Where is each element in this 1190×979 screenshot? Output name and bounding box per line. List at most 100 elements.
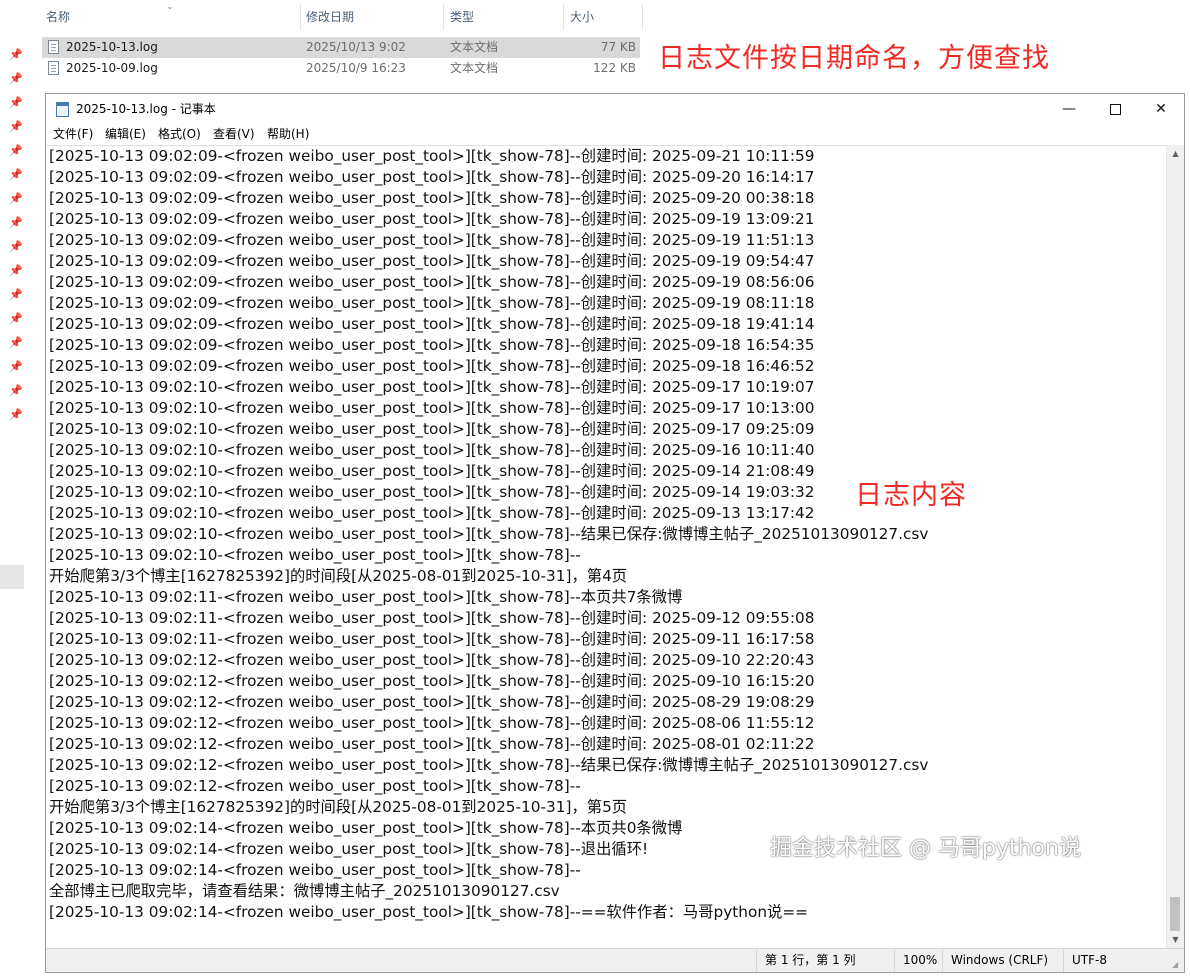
line-ending: Windows (CRLF) xyxy=(942,949,1056,972)
file-date: 2025/10/13 9:02 xyxy=(306,40,406,54)
cursor-position: 第 1 行，第 1 列 xyxy=(756,949,885,972)
window-title: 2025-10-13.log - 记事本 xyxy=(76,102,216,116)
pin-icon[interactable]: 📌 xyxy=(9,216,23,230)
pin-icon[interactable]: 📌 xyxy=(9,120,23,134)
log-line: [2025-10-13 09:02:09-<frozen weibo_user_… xyxy=(49,231,815,249)
pin-icon[interactable]: 📌 xyxy=(9,336,23,350)
menu-help[interactable]: 帮助(H) xyxy=(267,124,309,144)
annotation-file-naming: 日志文件按日期命名，方便查找 xyxy=(658,43,1050,74)
column-divider[interactable] xyxy=(443,4,444,30)
file-explorer: ⌄ 名称 修改日期 类型 大小 2025-10-13.log 2025/10/1… xyxy=(0,0,1190,92)
column-header-name[interactable]: 名称 xyxy=(46,0,70,34)
scroll-down-icon[interactable]: ▼ xyxy=(1167,931,1184,948)
log-line: [2025-10-13 09:02:10-<frozen weibo_user_… xyxy=(49,399,815,417)
maximize-button[interactable] xyxy=(1092,94,1138,124)
sort-caret-icon: ⌄ xyxy=(166,2,174,12)
column-divider[interactable] xyxy=(563,4,564,30)
log-line: [2025-10-13 09:02:09-<frozen weibo_user_… xyxy=(49,252,815,270)
log-line: [2025-10-13 09:02:11-<frozen weibo_user_… xyxy=(49,588,683,606)
log-line: [2025-10-13 09:02:12-<frozen weibo_user_… xyxy=(49,651,815,669)
file-size: 122 KB xyxy=(593,61,636,75)
vertical-scrollbar[interactable]: ▲ ▼ xyxy=(1166,145,1184,948)
log-line: [2025-10-13 09:02:10-<frozen weibo_user_… xyxy=(49,525,929,543)
log-line: [2025-10-13 09:02:10-<frozen weibo_user_… xyxy=(49,378,815,396)
column-header-type[interactable]: 类型 xyxy=(450,0,474,34)
scroll-thumb[interactable] xyxy=(1170,897,1180,931)
zoom-level: 100% xyxy=(894,949,943,972)
pin-icon[interactable]: 📌 xyxy=(9,240,23,254)
minimize-button[interactable]: — xyxy=(1046,94,1092,124)
log-line: 开始爬第3/3个博主[1627825392]的时间段[从2025-08-01到2… xyxy=(49,567,628,585)
log-line: [2025-10-13 09:02:10-<frozen weibo_user_… xyxy=(49,420,815,438)
log-line: 开始爬第3/3个博主[1627825392]的时间段[从2025-08-01到2… xyxy=(49,798,628,816)
pin-icon[interactable]: 📌 xyxy=(9,72,23,86)
pin-icon[interactable]: 📌 xyxy=(9,264,23,278)
maximize-icon xyxy=(1109,103,1121,115)
log-line: [2025-10-13 09:02:09-<frozen weibo_user_… xyxy=(49,168,815,186)
pin-icon[interactable]: 📌 xyxy=(9,168,23,182)
file-type: 文本文档 xyxy=(450,61,499,75)
pin-icon[interactable]: 📌 xyxy=(9,408,23,422)
watermark: 掘金技术社区 @ 马哥python说 xyxy=(770,836,1081,861)
column-header-date[interactable]: 修改日期 xyxy=(306,0,354,34)
pin-icon[interactable]: 📌 xyxy=(9,360,23,374)
log-line: [2025-10-13 09:02:09-<frozen weibo_user_… xyxy=(49,315,815,333)
rail-selection-block xyxy=(0,565,24,589)
log-line: [2025-10-13 09:02:11-<frozen weibo_user_… xyxy=(49,609,815,627)
column-divider[interactable] xyxy=(642,4,643,30)
log-line: [2025-10-13 09:02:10-<frozen weibo_user_… xyxy=(49,504,815,522)
log-line: 全部博主已爬取完毕，请查看结果：微博博主帖子_20251013090127.cs… xyxy=(49,882,560,900)
log-line: [2025-10-13 09:02:09-<frozen weibo_user_… xyxy=(49,357,815,375)
scroll-up-icon[interactable]: ▲ xyxy=(1167,145,1184,162)
pin-icon[interactable]: 📌 xyxy=(9,144,23,158)
log-line: [2025-10-13 09:02:12-<frozen weibo_user_… xyxy=(49,735,815,753)
file-name: 2025-10-13.log xyxy=(66,40,158,54)
pin-icon[interactable]: 📌 xyxy=(9,312,23,326)
title-bar[interactable]: 2025-10-13.log - 记事本 — ✕ xyxy=(46,94,1184,124)
log-line: [2025-10-13 09:02:12-<frozen weibo_user_… xyxy=(49,714,815,732)
log-line: [2025-10-13 09:02:09-<frozen weibo_user_… xyxy=(49,294,815,312)
file-date: 2025/10/9 16:23 xyxy=(306,61,406,75)
text-file-icon xyxy=(48,40,59,54)
log-line: [2025-10-13 09:02:14-<frozen weibo_user_… xyxy=(49,840,649,858)
menu-bar: 文件(F) 编辑(E) 格式(O) 查看(V) 帮助(H) xyxy=(46,124,1184,144)
pin-icon[interactable]: 📌 xyxy=(9,384,23,398)
log-line: [2025-10-13 09:02:09-<frozen weibo_user_… xyxy=(49,189,815,207)
log-line: [2025-10-13 09:02:11-<frozen weibo_user_… xyxy=(49,630,815,648)
text-editor[interactable]: [2025-10-13 09:02:09-<frozen weibo_user_… xyxy=(46,145,1166,949)
status-bar: 第 1 行，第 1 列 100% Windows (CRLF) UTF-8 ◢ xyxy=(46,948,1184,972)
pin-icon[interactable]: 📌 xyxy=(9,192,23,206)
log-line: [2025-10-13 09:02:09-<frozen weibo_user_… xyxy=(49,147,815,165)
pin-icon[interactable]: 📌 xyxy=(9,96,23,110)
log-line: [2025-10-13 09:02:14-<frozen weibo_user_… xyxy=(49,861,581,879)
log-line: [2025-10-13 09:02:10-<frozen weibo_user_… xyxy=(49,546,581,564)
quick-access-rail: 📌 📌 📌 📌 📌 📌 📌 📌 📌 📌 📌 📌 📌 📌 📌 📌 xyxy=(0,0,26,979)
pin-icon[interactable]: 📌 xyxy=(9,288,23,302)
encoding: UTF-8 xyxy=(1063,949,1132,972)
column-divider[interactable] xyxy=(300,4,301,30)
column-header-size[interactable]: 大小 xyxy=(570,0,594,34)
file-row[interactable]: 2025-10-13.log 2025/10/13 9:02 文本文档 77 K… xyxy=(42,37,640,58)
notepad-icon xyxy=(56,102,69,117)
file-type: 文本文档 xyxy=(450,40,499,54)
log-line: [2025-10-13 09:02:14-<frozen weibo_user_… xyxy=(49,819,683,837)
log-line: [2025-10-13 09:02:12-<frozen weibo_user_… xyxy=(49,672,815,690)
log-line: [2025-10-13 09:02:12-<frozen weibo_user_… xyxy=(49,777,581,795)
menu-file[interactable]: 文件(F) xyxy=(53,124,93,144)
log-line: [2025-10-13 09:02:09-<frozen weibo_user_… xyxy=(49,273,815,291)
close-button[interactable]: ✕ xyxy=(1138,94,1184,124)
menu-edit[interactable]: 编辑(E) xyxy=(105,124,146,144)
pin-icon[interactable]: 📌 xyxy=(9,48,23,62)
log-line: [2025-10-13 09:02:09-<frozen weibo_user_… xyxy=(49,210,815,228)
file-row[interactable]: 2025-10-09.log 2025/10/9 16:23 文本文档 122 … xyxy=(42,58,640,79)
menu-view[interactable]: 查看(V) xyxy=(213,124,255,144)
file-name: 2025-10-09.log xyxy=(66,61,158,75)
text-file-icon xyxy=(48,61,59,75)
annotation-log-content: 日志内容 xyxy=(855,480,967,511)
menu-format[interactable]: 格式(O) xyxy=(158,124,201,144)
log-line: [2025-10-13 09:02:12-<frozen weibo_user_… xyxy=(49,756,929,774)
log-line: [2025-10-13 09:02:09-<frozen weibo_user_… xyxy=(49,336,815,354)
file-size: 77 KB xyxy=(600,40,636,54)
log-line: [2025-10-13 09:02:14-<frozen weibo_user_… xyxy=(49,903,808,921)
resize-grip-icon[interactable]: ◢ xyxy=(1172,960,1182,970)
